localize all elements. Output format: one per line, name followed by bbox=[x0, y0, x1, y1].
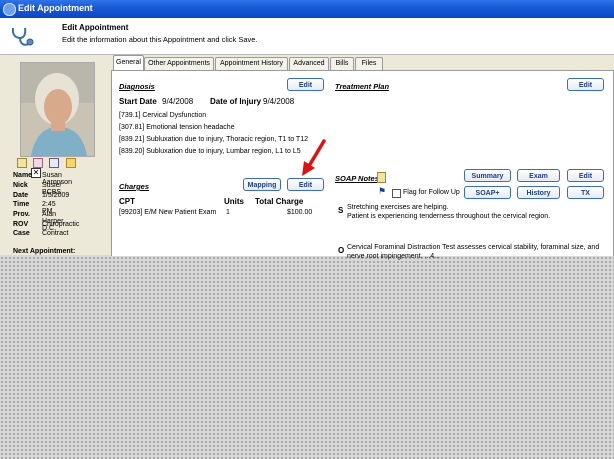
flag-icon: ⚑ bbox=[378, 186, 387, 196]
field-value: Contract bbox=[42, 230, 69, 237]
soap-o-letter: O bbox=[338, 246, 345, 255]
soap-o-line: nerve root impingement. ...4... bbox=[347, 253, 440, 260]
field-value: Chiropractic bbox=[42, 221, 80, 228]
header-subtitle: Edit the information about this Appointm… bbox=[62, 35, 258, 44]
charge-total: $100.00 bbox=[287, 209, 313, 216]
tab-other-appointments[interactable]: Other Appointments bbox=[144, 57, 214, 70]
soap-history-button[interactable]: History bbox=[517, 186, 560, 199]
injury-date-label: Date of Injury bbox=[210, 97, 262, 106]
field-label: ROV bbox=[13, 221, 29, 228]
soap-summary-button[interactable]: Summary bbox=[464, 169, 511, 182]
calendar-icon[interactable] bbox=[49, 158, 60, 168]
col-cpt: CPT bbox=[119, 197, 135, 206]
mapping-button[interactable]: Mapping bbox=[243, 178, 281, 191]
treatment-plan-title: Treatment Plan bbox=[335, 82, 390, 91]
treatment-plan-edit-button[interactable]: Edit bbox=[567, 78, 604, 91]
field-label: Nick bbox=[13, 182, 28, 189]
red-arrow-icon bbox=[302, 139, 326, 176]
tab-bills[interactable]: Bills bbox=[330, 57, 354, 70]
tab-appointment-history[interactable]: Appointment History bbox=[215, 57, 288, 70]
general-tab-content: Diagnosis Edit Start Date 9/4/2008 Date … bbox=[111, 70, 614, 260]
patient-toolbar: ✕ bbox=[17, 158, 102, 178]
soap-edit-button[interactable]: Edit bbox=[567, 169, 604, 182]
diagnosis-title: Diagnosis bbox=[119, 82, 155, 91]
flag-follow-up-label: Flag for Follow Up bbox=[403, 189, 460, 196]
dialog-header: Edit Appointment Edit the information ab… bbox=[0, 18, 614, 55]
patient-photo bbox=[20, 62, 95, 157]
diagnosis-item: [839.21] Subluxation due to injury, Thor… bbox=[119, 136, 308, 143]
next-appointment-label: Next Appointment: bbox=[13, 248, 76, 255]
diagnosis-item: [307.81] Emotional tension headache bbox=[119, 124, 235, 131]
col-total-charge: Total Charge bbox=[255, 197, 304, 206]
soap-note-icon[interactable] bbox=[377, 172, 386, 183]
diagnosis-edit-button[interactable]: Edit bbox=[287, 78, 324, 91]
soap-s-line: Stretching exercises are helping. bbox=[347, 204, 449, 211]
soap-o-line: Cervical Foraminal Distraction Test asse… bbox=[347, 244, 600, 251]
col-units: Units bbox=[224, 197, 244, 206]
field-label: Date bbox=[13, 192, 29, 199]
field-label: Time bbox=[13, 201, 30, 208]
field-label: Case bbox=[13, 230, 30, 237]
app-icon bbox=[3, 3, 16, 16]
soap-tx-button[interactable]: TX bbox=[567, 186, 604, 199]
soap-exam-button[interactable]: Exam bbox=[517, 169, 560, 182]
start-date-label: Start Date bbox=[119, 97, 157, 106]
charge-units: 1 bbox=[226, 209, 230, 216]
charge-cpt: [99203] E/M New Patient Exam bbox=[119, 209, 217, 216]
close-icon[interactable]: ✕ bbox=[31, 168, 41, 178]
start-date-value: 9/4/2008 bbox=[162, 97, 194, 106]
tab-general[interactable]: General bbox=[113, 55, 144, 71]
field-label: Prov. bbox=[13, 211, 30, 218]
window-title: Edit Appointment bbox=[18, 3, 93, 13]
soap-s-line: Patient is experiencing tenderness throu… bbox=[347, 213, 551, 220]
tab-advanced[interactable]: Advanced bbox=[289, 57, 329, 70]
charges-edit-button[interactable]: Edit bbox=[287, 178, 324, 191]
field-value: 1/5/2009 bbox=[42, 192, 70, 199]
title-bar: Edit Appointment bbox=[0, 0, 614, 18]
note-icon[interactable] bbox=[17, 158, 27, 168]
stethoscope-icon bbox=[10, 26, 36, 50]
soap-plus-button[interactable]: SOAP+ bbox=[464, 186, 511, 199]
injury-date-value: 9/4/2008 bbox=[263, 97, 295, 106]
diagnosis-item: [739.1] Cervical Dysfunction bbox=[119, 112, 207, 119]
field-label: Name bbox=[13, 172, 33, 179]
folder-icon[interactable] bbox=[65, 158, 76, 168]
tab-files[interactable]: Files bbox=[355, 57, 383, 70]
soap-s-letter: S bbox=[338, 206, 344, 215]
document-icon[interactable] bbox=[33, 158, 44, 168]
flag-follow-up-checkbox[interactable] bbox=[392, 189, 401, 198]
header-title: Edit Appointment bbox=[62, 23, 129, 32]
diagnosis-item: [839.20] Subluxation due to injury, Lumb… bbox=[119, 148, 301, 155]
charges-title: Charges bbox=[119, 182, 150, 191]
soap-notes-title: SOAP Notes bbox=[335, 174, 379, 183]
tab-bar: General Other Appointments Appointment H… bbox=[111, 55, 614, 71]
